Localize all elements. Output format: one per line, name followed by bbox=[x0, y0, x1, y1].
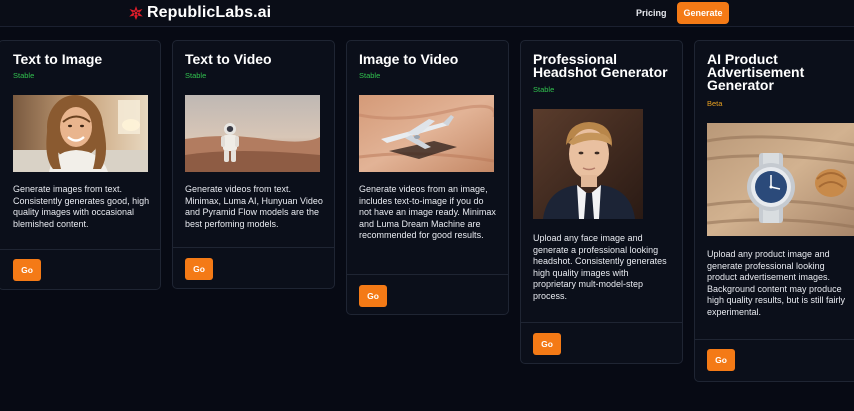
watch-on-sand-photo bbox=[707, 123, 854, 236]
starburst-logo-icon bbox=[129, 6, 143, 20]
status-badge: Stable bbox=[13, 71, 35, 80]
card-description: Generate videos from text. Minimax, Luma… bbox=[185, 184, 323, 229]
card-description: Upload any face image and generate a pro… bbox=[533, 233, 667, 301]
card-title: Image to Video bbox=[359, 51, 459, 67]
go-button[interactable]: Go bbox=[533, 333, 561, 355]
nav-pricing-link[interactable]: Pricing bbox=[636, 8, 667, 18]
professional-headshot-photo bbox=[533, 109, 643, 219]
card-title: Text to Video bbox=[185, 51, 272, 67]
card-text-to-video: Text to Video Stable Generate videos fro… bbox=[172, 40, 335, 289]
card-divider bbox=[173, 247, 334, 248]
card-description: Upload any product image and generate pr… bbox=[707, 249, 846, 317]
card-ai-product-advertisement: AI Product Advertisement Generator Beta … bbox=[694, 40, 854, 382]
card-divider bbox=[695, 339, 854, 340]
card-divider bbox=[347, 274, 508, 275]
card-image-to-video: Image to Video Stable Generate videos fr… bbox=[346, 40, 509, 315]
status-badge: Stable bbox=[185, 71, 207, 80]
card-title: AI Product Advertisement Generator bbox=[707, 51, 805, 93]
astronaut-desert-photo bbox=[185, 95, 320, 172]
card-professional-headshot: Professional Headshot Generator Stable U… bbox=[520, 40, 683, 364]
status-badge: Stable bbox=[359, 71, 381, 80]
card-title: Text to Image bbox=[13, 51, 103, 67]
airplane-desert-photo bbox=[359, 95, 494, 172]
go-button[interactable]: Go bbox=[185, 258, 213, 280]
go-button[interactable]: Go bbox=[13, 259, 41, 281]
card-divider bbox=[521, 322, 682, 323]
brand-logo[interactable]: RepublicLabs.ai bbox=[128, 4, 271, 22]
card-text-to-image: Text to Image Stable Generate images fro… bbox=[0, 40, 161, 290]
brand-name: RepublicLabs.ai bbox=[147, 4, 272, 21]
status-badge: Stable bbox=[533, 85, 555, 94]
go-button[interactable]: Go bbox=[359, 285, 387, 307]
nav-generate-button[interactable]: Generate bbox=[677, 2, 729, 24]
smiling-woman-photo bbox=[13, 95, 148, 172]
top-navbar: RepublicLabs.ai Pricing Generate bbox=[0, 0, 854, 27]
status-badge: Beta bbox=[707, 99, 723, 108]
card-title: Professional Headshot Generator bbox=[533, 51, 668, 80]
card-divider bbox=[0, 249, 160, 250]
go-button[interactable]: Go bbox=[707, 349, 735, 371]
card-description: Generate images from text. Consistently … bbox=[13, 184, 150, 229]
card-description: Generate videos from an image, includes … bbox=[359, 184, 496, 240]
